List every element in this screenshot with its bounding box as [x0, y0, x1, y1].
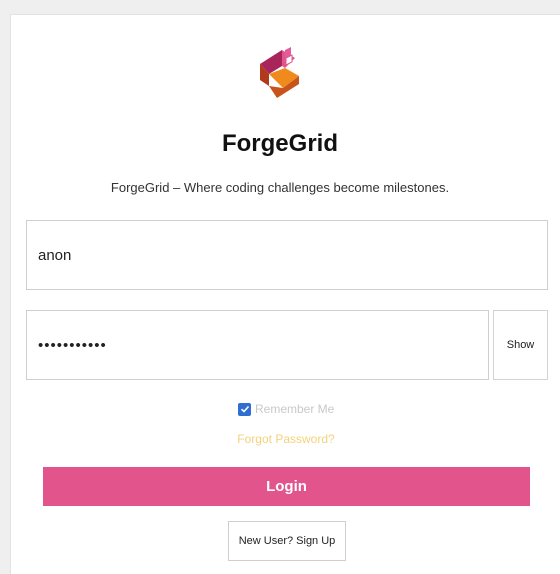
- show-password-button[interactable]: Show: [493, 310, 548, 380]
- remember-me-checkbox[interactable]: Remember Me: [238, 401, 334, 417]
- login-button[interactable]: Login: [43, 467, 530, 506]
- forgot-password-link[interactable]: Forgot Password?: [0, 432, 560, 446]
- app-tagline: ForgeGrid – Where coding challenges beco…: [110, 180, 450, 195]
- remember-me-label: Remember Me: [255, 402, 335, 416]
- password-field[interactable]: [26, 310, 489, 380]
- checkbox-checked-icon[interactable]: [238, 402, 251, 416]
- username-field[interactable]: [26, 220, 548, 290]
- signup-button[interactable]: New User? Sign Up: [228, 521, 346, 561]
- app-title: ForgeGrid: [221, 130, 338, 157]
- forgegrid-logo-icon: [260, 47, 299, 98]
